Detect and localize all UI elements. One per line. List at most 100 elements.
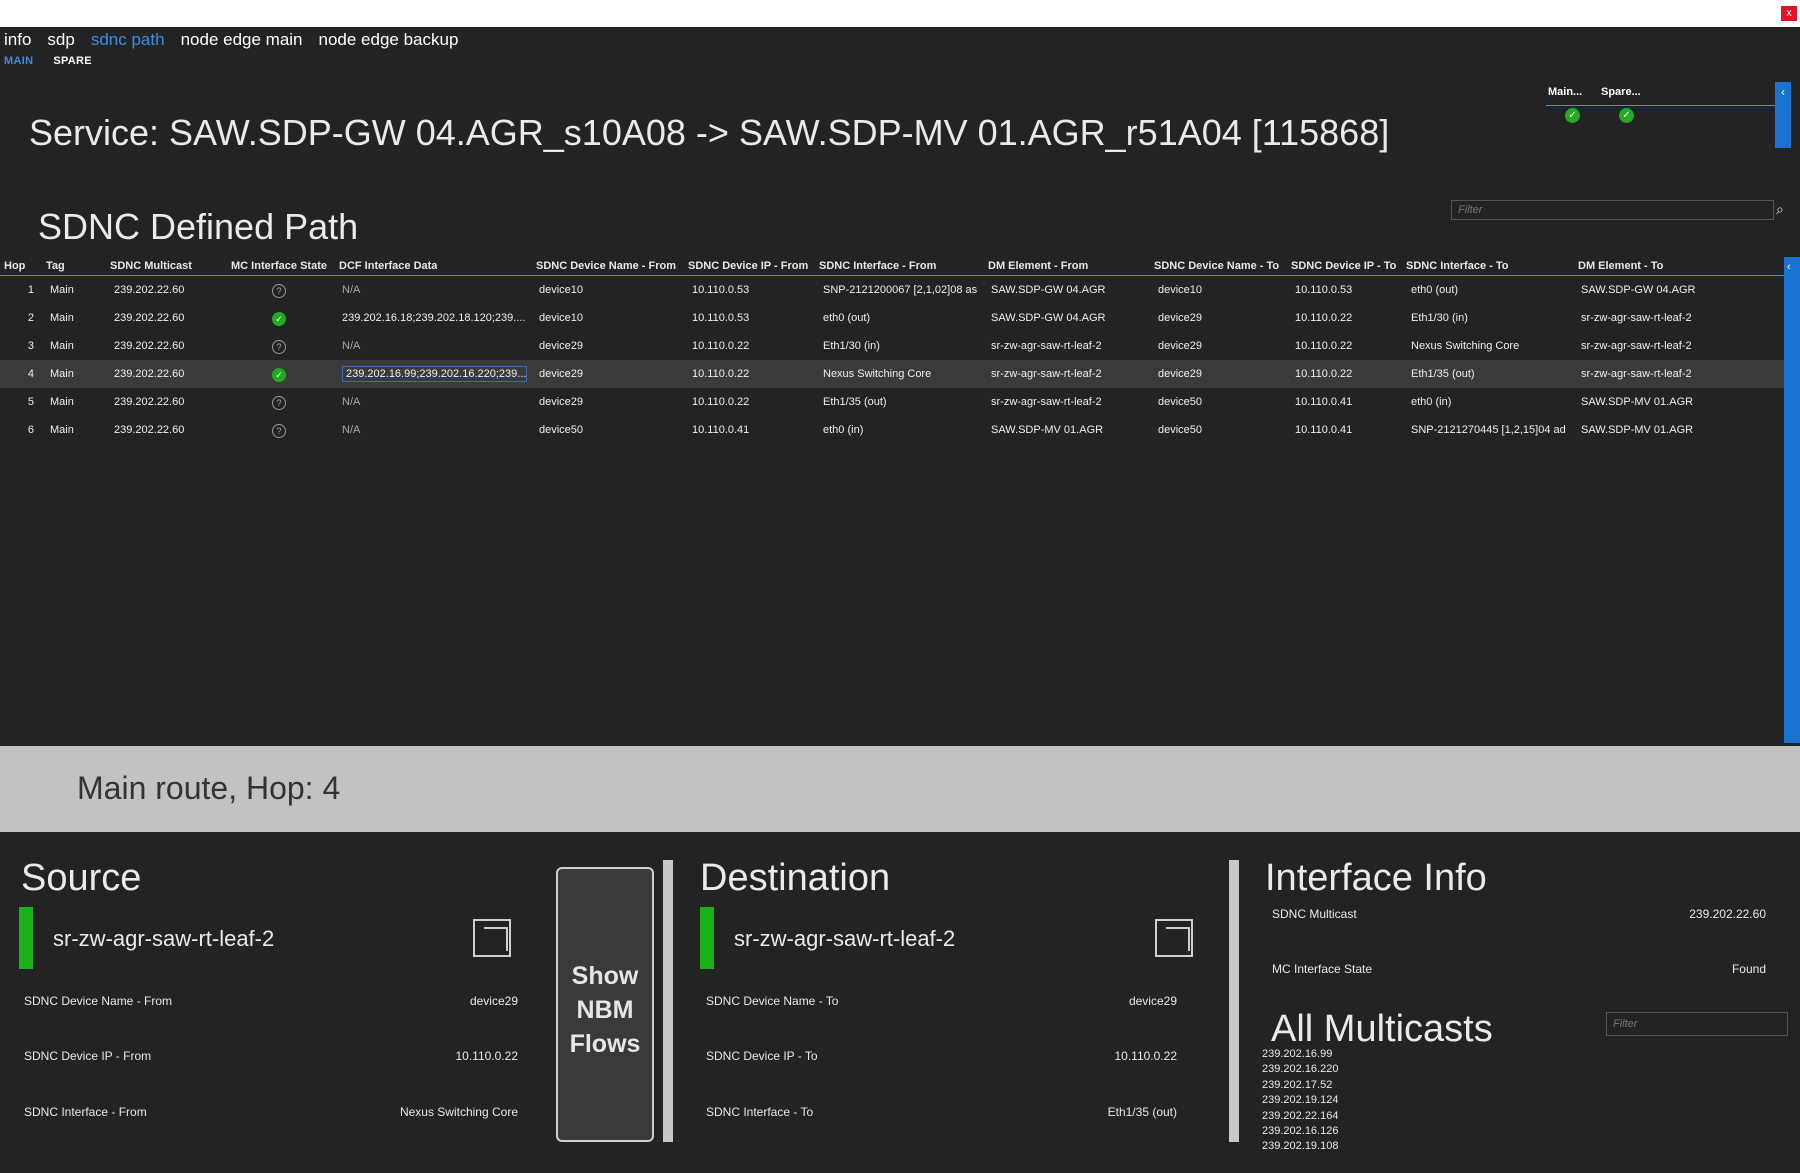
multicast-list-item[interactable]: 239.202.17.52 (1262, 1078, 1338, 1093)
multicast-list-item[interactable]: 239.202.16.220 (1262, 1062, 1338, 1077)
col-header-if-to[interactable]: SDNC Interface - To (1406, 260, 1508, 272)
chevron-left-icon[interactable]: ‹ (1787, 261, 1791, 273)
col-header-ip-to[interactable]: SDNC Device IP - To (1291, 260, 1396, 272)
cell-dm-from: SAW.SDP-MV 01.AGR (991, 424, 1104, 436)
cell-dm-to: sr-zw-agr-saw-rt-leaf-2 (1581, 340, 1692, 352)
cell-interface-to: eth0 (out) (1411, 284, 1459, 296)
cell-interface-to: Eth1/30 (in) (1411, 312, 1468, 324)
table-row[interactable]: 1 Main 239.202.22.60? N/A device10 10.110.0.5… (0, 276, 1785, 304)
menu-item-sdp[interactable]: sdp (47, 30, 74, 54)
cell-dcf: N/A (342, 424, 361, 436)
cell-ip-to: 10.110.0.22 (1295, 340, 1353, 352)
source-field-value: 10.110.0.22 (455, 1049, 518, 1063)
all-multicasts-title: All Multicasts (1271, 1008, 1493, 1050)
cell-hop: 3 (27, 340, 34, 352)
cell-hop: 5 (27, 396, 34, 408)
show-nbm-flows-button[interactable]: Show NBM Flows (556, 867, 654, 1142)
table-row[interactable]: 3 Main 239.202.22.60? N/A device29 10.110.0.2… (0, 332, 1785, 360)
col-header-tag[interactable]: Tag (46, 260, 65, 272)
cell-ip-to: 10.110.0.22 (1295, 368, 1353, 380)
destination-open-external-icon[interactable] (1155, 919, 1193, 957)
panel-divider (1229, 860, 1239, 1142)
cell-dm-from: sr-zw-agr-saw-rt-leaf-2 (991, 396, 1102, 408)
cell-multicast: 239.202.22.60 (114, 312, 185, 324)
cell-interface-to: Nexus Switching Core (1411, 340, 1520, 352)
cell-dm-to: sr-zw-agr-saw-rt-leaf-2 (1581, 312, 1692, 324)
col-header-ip-from[interactable]: SDNC Device IP - From (688, 260, 808, 272)
table-row[interactable]: 2 Main 239.202.22.60 ✓ 239.202.16.18;239.202… (0, 304, 1785, 332)
menu-item-node-edge-backup[interactable]: node edge backup (319, 30, 459, 54)
cell-mc-state: ? (272, 340, 286, 354)
table-scrollbar[interactable]: ‹ (1784, 257, 1800, 743)
cell-ip-from: 10.110.0.53 (692, 312, 750, 324)
multicast-list-item[interactable]: 239.202.16.126 (1262, 1124, 1338, 1139)
source-status-bar (19, 907, 33, 969)
destination-field-value: device29 (1128, 994, 1177, 1008)
sdnc-path-table: Hop Tag SDNC Multicast MC Interface Stat… (0, 257, 1785, 444)
cell-device-from: device50 (539, 424, 584, 436)
multicast-filter-input[interactable] (1606, 1012, 1788, 1036)
cell-interface-to: Eth1/35 (out) (1411, 368, 1475, 380)
close-button[interactable]: x (1781, 6, 1797, 21)
menu-item-node-edge-main[interactable]: node edge main (181, 30, 303, 54)
table-row[interactable]: 5 Main 239.202.22.60? N/A device29 10.110.0.2… (0, 388, 1785, 416)
table-row[interactable]: 6 Main 239.202.22.60? N/A device50 10.110.0.4… (0, 416, 1785, 444)
cell-ip-from: 10.110.0.53 (692, 284, 750, 296)
source-field-value: Nexus Switching Core (399, 1105, 518, 1119)
table-body: 1 Main 239.202.22.60? N/A device10 10.110.0.5… (0, 276, 1785, 444)
cell-mc-state: ? (272, 284, 286, 298)
cell-device-to: device50 (1158, 396, 1203, 408)
cell-dcf: 239.202.16.18;239.202.18.120;239.... (342, 312, 526, 324)
col-header-hop[interactable]: Hop (4, 260, 25, 272)
status-spare-label: Spare... (1601, 86, 1641, 98)
col-header-dev-to[interactable]: SDNC Device Name - To (1154, 260, 1279, 272)
cell-ip-to: 10.110.0.41 (1295, 424, 1353, 436)
multicast-list-item[interactable]: 239.202.22.164 (1262, 1109, 1338, 1124)
multicast-list-item[interactable]: 239.202.16.99 (1262, 1047, 1338, 1062)
cell-device-to: device29 (1158, 368, 1203, 380)
collapse-panel-chevron-icon[interactable]: ‹ (1775, 82, 1791, 148)
cell-device-from: device10 (539, 312, 584, 324)
cell-dm-from: sr-zw-agr-saw-rt-leaf-2 (991, 340, 1102, 352)
service-title: Service: SAW.SDP-GW 04.AGR_s10A08 -> SAW… (29, 112, 1390, 153)
col-header-dm-from[interactable]: DM Element - From (988, 260, 1088, 272)
table-row[interactable]: 4 Main 239.202.22.60 ✓ 239.202.16.99;239.202… (0, 360, 1785, 388)
cell-ip-from: 10.110.0.22 (692, 368, 750, 380)
submenu-item-main[interactable]: MAIN (4, 55, 33, 67)
menu-item-sdnc-path[interactable]: sdnc path (91, 30, 165, 54)
question-icon: ? (272, 284, 286, 298)
cell-multicast: 239.202.22.60 (114, 396, 185, 408)
question-icon: ? (272, 340, 286, 354)
source-field-value: device29 (469, 994, 518, 1008)
nbm-button-line: NBM (576, 996, 634, 1024)
col-header-if-from[interactable]: SDNC Interface - From (819, 260, 936, 272)
path-filter-input[interactable] (1451, 200, 1774, 220)
route-band: Main route, Hop: 4 (0, 746, 1800, 832)
sub-menu: MAIN SPARE (4, 55, 92, 67)
cell-tag: Main (50, 396, 74, 408)
col-header-mc-state[interactable]: MC Interface State (231, 260, 327, 272)
source-open-external-icon[interactable] (473, 919, 511, 957)
col-header-dev-from[interactable]: SDNC Device Name - From (536, 260, 676, 272)
col-header-dm-to[interactable]: DM Element - To (1578, 260, 1663, 272)
multicast-list-item[interactable]: 239.202.19.124 (1262, 1093, 1338, 1108)
cell-dcf: N/A (342, 396, 361, 408)
menu-item-info[interactable]: info (4, 30, 31, 54)
submenu-item-spare[interactable]: SPARE (53, 55, 92, 67)
cell-mc-state: ✓ (272, 368, 286, 382)
cell-hop: 1 (27, 284, 34, 296)
window-titlebar: x (0, 0, 1800, 27)
cell-hop: 4 (27, 368, 34, 380)
search-icon[interactable]: ⌕ (1776, 201, 1784, 218)
col-header-dcf[interactable]: DCF Interface Data (339, 260, 437, 272)
cell-hop: 6 (27, 424, 34, 436)
status-main-label: Main... (1548, 86, 1583, 98)
multicast-list-item[interactable]: 239.202.19.108 (1262, 1139, 1338, 1154)
source-field-label: SDNC Device Name - From (24, 994, 173, 1008)
source-node-name: sr-zw-agr-saw-rt-leaf-2 (53, 926, 275, 951)
cell-dm-to: SAW.SDP-MV 01.AGR (1581, 424, 1694, 436)
col-header-multicast[interactable]: SDNC Multicast (110, 260, 192, 272)
cell-interface-from: SNP-2121200067 [2,1,02]08 as (823, 284, 978, 296)
destination-title: Destination (700, 857, 891, 899)
cell-interface-from: Eth1/30 (in) (823, 340, 880, 352)
